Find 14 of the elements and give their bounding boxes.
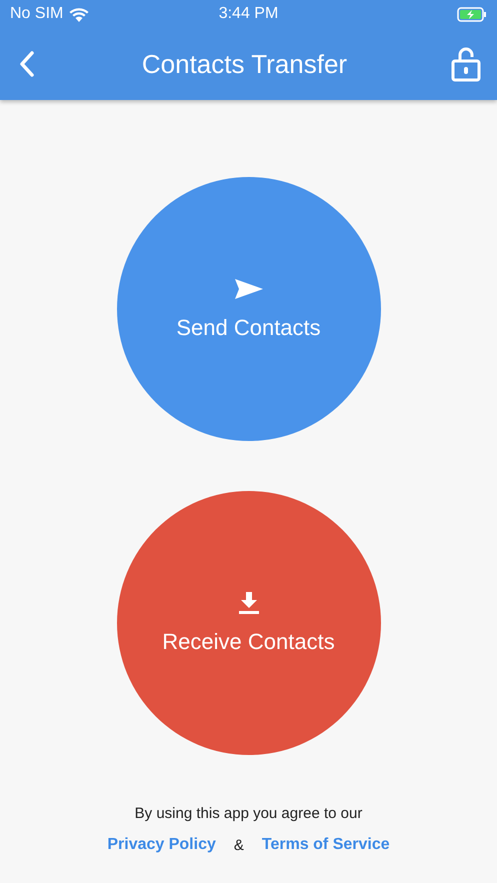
clock-text: 3:44 PM: [218, 5, 278, 22]
privacy-policy-link[interactable]: Privacy Policy: [107, 836, 216, 854]
terms-link[interactable]: Terms of Service: [262, 836, 390, 854]
ampersand-text: &: [234, 836, 244, 854]
carrier-text: No SIM: [10, 5, 64, 23]
wifi-icon: [69, 6, 90, 22]
screen-title: Contacts Transfer: [140, 48, 348, 80]
battery-icon: [457, 6, 487, 22]
download-icon: [238, 591, 260, 615]
unlock-button[interactable]: [451, 46, 481, 82]
receive-contacts-button[interactable]: Receive Contacts: [116, 491, 380, 755]
agreement-text: By using this app you agree to our: [134, 805, 362, 822]
send-contacts-button[interactable]: Send Contacts: [116, 177, 380, 441]
send-icon: [234, 277, 264, 301]
